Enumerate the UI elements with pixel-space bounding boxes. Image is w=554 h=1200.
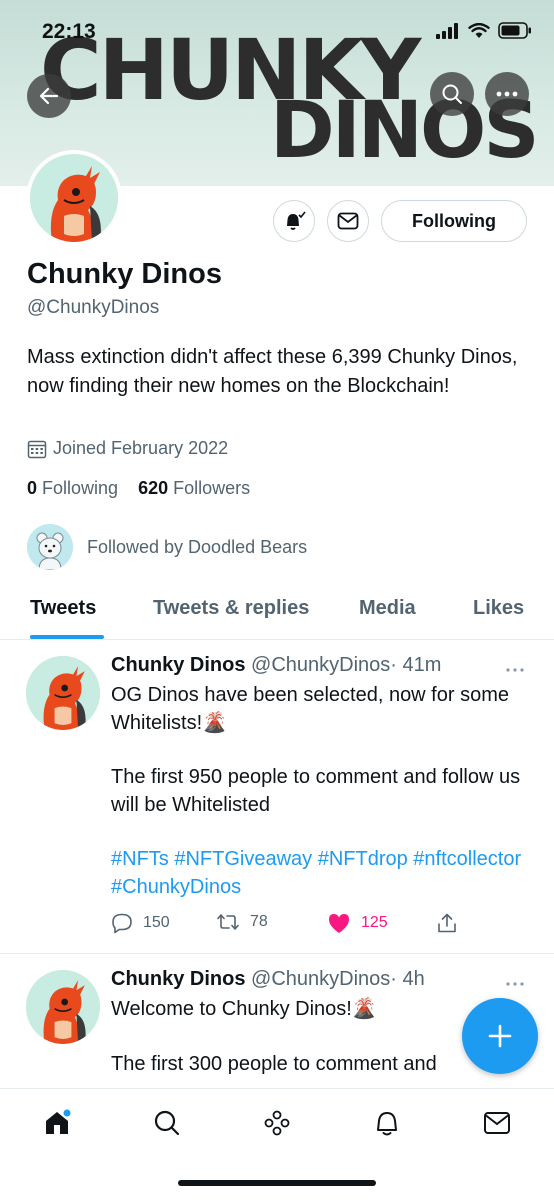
more-options-button[interactable] (485, 72, 529, 116)
dino-avatar-image (30, 154, 118, 242)
following-count: 0 (27, 478, 38, 498)
followers-label: Followers (173, 478, 251, 498)
tweet-more-button[interactable] (506, 656, 524, 677)
more-icon (496, 91, 518, 97)
status-icons (436, 22, 532, 39)
status-time: 22:13 (42, 20, 96, 43)
tweet-text-line1: OG Dinos have been selected, now for som… (111, 684, 509, 734)
tab-tweets[interactable]: Tweets (30, 597, 96, 620)
nav-home[interactable] (32, 1103, 82, 1143)
tweet[interactable]: Chunky Dinos @ChunkyDinos· 41m OG Dinos … (0, 640, 554, 952)
profile-avatar[interactable] (26, 150, 122, 246)
calendar-icon (27, 440, 47, 458)
retweet-icon (217, 914, 239, 930)
profile-name: Chunky Dinos (27, 258, 222, 290)
profile-bio: Mass extinction didn't affect these 6,39… (27, 346, 518, 397)
following-button[interactable]: Following (381, 200, 527, 242)
tweet-author-handle: @ChunkyDinos (251, 654, 391, 676)
back-arrow-icon (39, 87, 59, 105)
heart-icon (329, 914, 349, 933)
wifi-icon (468, 22, 490, 38)
tab-tweets-replies[interactable]: Tweets & replies (153, 597, 309, 620)
home-icon (46, 1109, 71, 1134)
tweet-author-handle: @ChunkyDinos (251, 968, 391, 990)
compose-icon (488, 1024, 512, 1048)
following-count-link[interactable]: 0 Following (27, 478, 118, 498)
tab-likes[interactable]: Likes (473, 597, 524, 620)
profile-tabs: Tweets Tweets & replies Media Likes (0, 585, 554, 640)
active-tab-indicator (30, 635, 104, 639)
more-icon (506, 668, 524, 672)
message-icon (337, 212, 359, 230)
following-label: Following (42, 478, 119, 498)
tweet-time: · 4h (390, 968, 425, 990)
spaces-icon (264, 1110, 290, 1136)
tweet-more-button[interactable] (506, 970, 524, 991)
nav-messages[interactable] (472, 1103, 522, 1143)
like-count: 125 (361, 914, 388, 931)
tweet-hashtags[interactable]: #NFTs #NFTGiveaway #NFTdrop #nftcollecto… (111, 846, 531, 901)
share-button[interactable] (436, 912, 458, 934)
tweet-text-line2: The first 950 people to comment and foll… (111, 766, 521, 816)
followers-count-link[interactable]: 620 Followers (138, 478, 250, 498)
tweet-header: Chunky Dinos @ChunkyDinos· 4h (111, 968, 425, 991)
battery-icon (498, 22, 531, 39)
tweet-author-name: Chunky Dinos (111, 654, 246, 676)
reply-button[interactable]: 150 (111, 912, 170, 934)
followed-by-text: Followed by Doodled Bears (87, 536, 308, 557)
message-icon (484, 1112, 510, 1134)
joined-text: Joined February 2022 (53, 438, 229, 458)
search-icon (442, 84, 462, 104)
message-button[interactable] (327, 200, 369, 242)
search-icon (154, 1110, 180, 1136)
search-button[interactable] (430, 72, 474, 116)
tab-media[interactable]: Media (359, 597, 416, 620)
dino-avatar-image (26, 656, 100, 730)
follow-counts: 0 Following 620 Followers (27, 478, 250, 499)
nav-spaces[interactable] (252, 1103, 302, 1143)
share-icon (438, 913, 456, 933)
home-indicator[interactable] (178, 1180, 376, 1186)
notification-bell-icon (377, 1112, 397, 1136)
bear-avatar-image (27, 524, 73, 570)
tweet-actions: 150 78 125 (111, 912, 461, 938)
nav-notifications[interactable] (362, 1103, 412, 1143)
tweet-author-name: Chunky Dinos (111, 968, 246, 990)
nav-explore[interactable] (142, 1103, 192, 1143)
retweet-count: 78 (250, 913, 268, 930)
follower-avatar (27, 524, 73, 570)
tweet-avatar[interactable] (26, 656, 100, 730)
back-button[interactable] (27, 74, 71, 118)
tweet-text: OG Dinos have been selected, now for som… (111, 682, 531, 901)
tweet-avatar[interactable] (26, 970, 100, 1044)
notifications-toggle-button[interactable] (273, 200, 315, 242)
tweet-time: · 41m (390, 654, 442, 676)
followed-by-row[interactable]: Followed by Doodled Bears (27, 524, 307, 570)
retweet-button[interactable]: 78 (216, 912, 268, 932)
profile-handle: @ChunkyDinos (27, 297, 160, 318)
compose-tweet-button[interactable] (462, 998, 538, 1074)
like-button[interactable]: 125 (327, 912, 388, 934)
notification-bell-icon (287, 211, 306, 230)
more-icon (506, 982, 524, 986)
joined-date: Joined February 2022 (27, 438, 228, 459)
tweet-header: Chunky Dinos @ChunkyDinos· 41m (111, 654, 441, 677)
reply-count: 150 (143, 914, 170, 931)
reply-icon (112, 913, 132, 934)
signal-icon (436, 22, 458, 39)
followers-count: 620 (138, 478, 169, 498)
dino-avatar-image (26, 970, 100, 1044)
